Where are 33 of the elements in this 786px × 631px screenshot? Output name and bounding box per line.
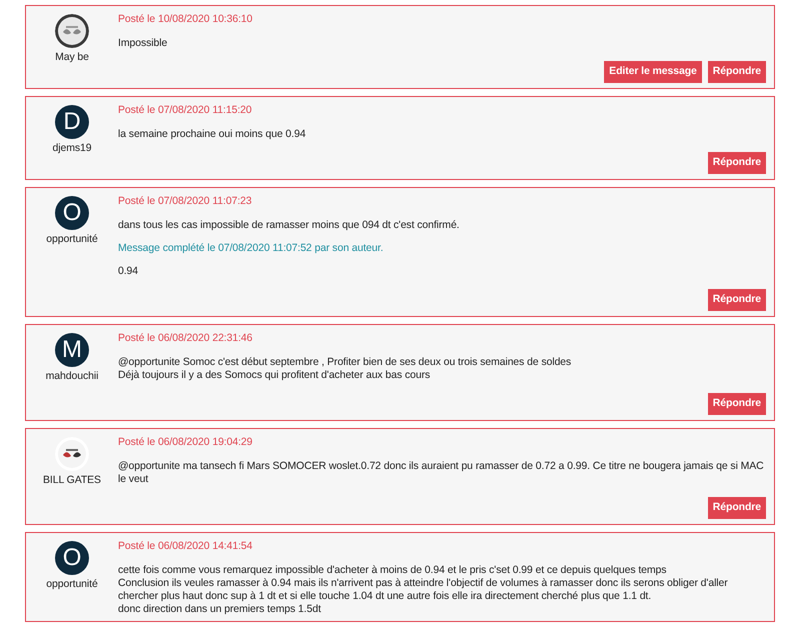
reply-button[interactable]: Répondre (708, 152, 766, 174)
message-text: cette fois comme vous remarquez impossible d'acheter à moins de 0.94 et le pris c'set 0.99 et ce depuis quelques temps (118, 564, 668, 577)
reply-button[interactable]: Répondre (708, 289, 766, 311)
avatar: D (55, 105, 89, 139)
author-name: opportunité (46, 577, 98, 592)
message-text: la semaine prochaine oui moins que 0.94 (118, 128, 307, 141)
post-date: Posté le 07/08/2020 11:07:23 (118, 195, 253, 208)
post-date: Posté le 06/08/2020 22:31:46 (118, 332, 254, 345)
author-name: djems19 (52, 141, 92, 156)
message-text: Impossible (118, 37, 168, 50)
reply-button[interactable]: Répondre (708, 497, 766, 519)
author-name: BILL GATES (43, 473, 101, 488)
post-date: Posté le 06/08/2020 14:41:54 (118, 540, 254, 553)
message-text: donc direction dans un premiers temps 1.5dt (118, 603, 322, 616)
reply-button[interactable]: Répondre (708, 393, 766, 415)
message-text: dans tous les cas impossible de ramasser moins que 094 dt c'est confirmé. (118, 219, 460, 232)
message-text: 0.94 (118, 265, 140, 278)
message-text: @opportunite ma tansech fi Mars SOMOCER woslet.0.72 donc ils auraient pu ramasser de 0.72 a 0.99. Ce titre ne bougera jamais qe si MAC le veut (118, 460, 765, 486)
post-date: Posté le 10/08/2020 10:36:10 (118, 13, 254, 26)
author-name: opportunité (46, 232, 98, 247)
author-name: mahdouchii (46, 369, 98, 384)
post-date: Posté le 07/08/2020 11:15:20 (118, 104, 253, 117)
edit-button[interactable]: Editer le message (604, 61, 702, 83)
message-text: Déjà toujours il y a des Somocs qui profitent d'acheter aux bas cours (118, 369, 432, 382)
reply-button[interactable]: Répondre (708, 61, 766, 83)
message-text: Conclusion ils veules ramasser à 0.94 mais ils n'arrivent pas à atteindre l'objectif de volumes à ramasser donc ils serons obliger d'aller chercher plus haut donc sup à 1 dt et si elle touche 1.04 dt une autre fois elle ira directement cherché plus que 1.1 dt. (118, 577, 729, 603)
avatar: O (55, 196, 89, 230)
avatar: M (55, 333, 89, 367)
post-date: Posté le 06/08/2020 19:04:29 (118, 436, 254, 449)
avatar: O (55, 541, 89, 575)
author-name: May be (55, 50, 89, 65)
message-text: @opportunite Somoc c'est début septembre , Profiter bien de ses deux ou trois semaines de soldes (118, 356, 572, 369)
edit-note: Message complété le 07/08/2020 11:07:52 par son auteur. (118, 242, 384, 255)
